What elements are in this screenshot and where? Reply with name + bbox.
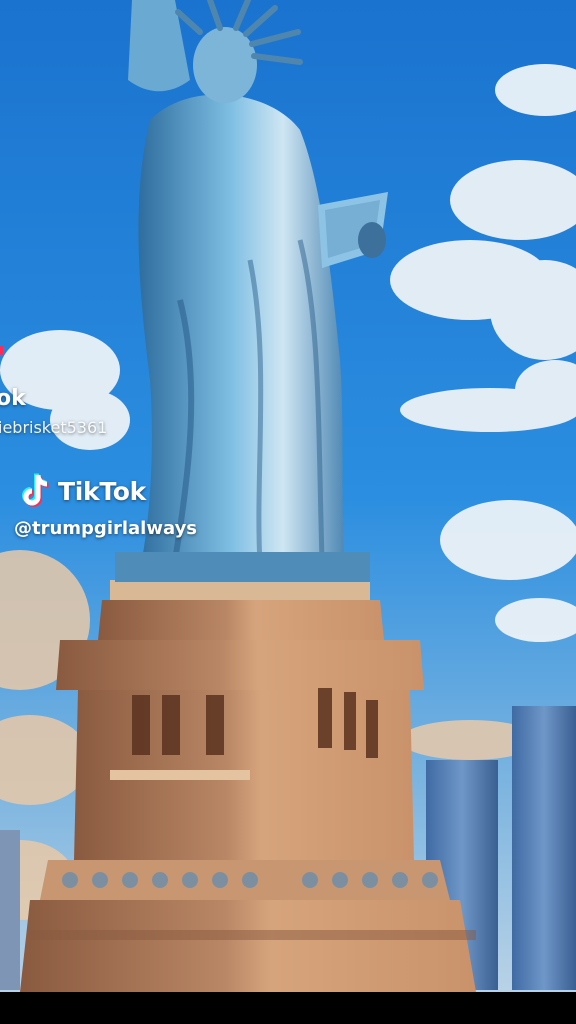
creator-handle: @trumpgirlalways: [14, 518, 198, 539]
tiktok-note-icon: [22, 473, 49, 507]
previous-watermark-handle: iebrisket5361: [0, 418, 108, 437]
tiktok-brand-label: TikTok: [58, 476, 146, 506]
previous-watermark-accent: [0, 346, 3, 355]
bottom-letterbox-bar: [0, 992, 576, 1024]
tiktok-watermark: TikTok: [20, 472, 146, 510]
previous-watermark-brand: ok: [0, 386, 26, 411]
